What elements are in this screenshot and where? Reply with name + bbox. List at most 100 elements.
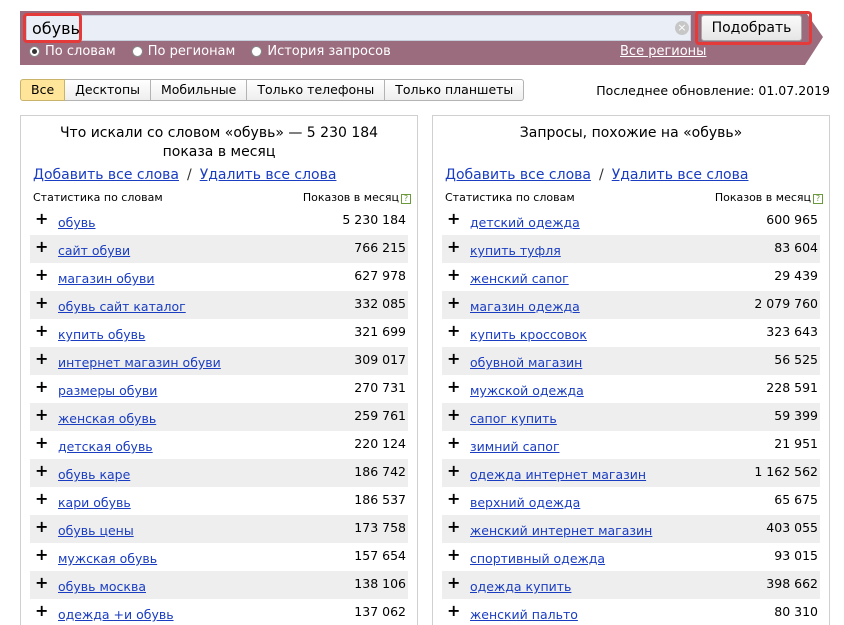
radio-dot-icon bbox=[251, 46, 263, 57]
phrase-link[interactable]: обувь каре bbox=[58, 467, 130, 482]
add-phrase-icon[interactable]: + bbox=[35, 435, 48, 451]
table-row: + женский пальто 80 310 bbox=[442, 599, 820, 625]
tab-phones-only[interactable]: Только телефоны bbox=[247, 79, 386, 101]
impressions-count: 600 965 bbox=[766, 212, 818, 227]
tab-all[interactable]: Все bbox=[20, 79, 66, 101]
phrase-link[interactable]: обувной магазин bbox=[470, 355, 582, 370]
add-phrase-icon[interactable]: + bbox=[35, 407, 48, 423]
table-row: + обувной магазин 56 525 bbox=[442, 347, 820, 375]
add-all-words-link[interactable]: Добавить все слова bbox=[33, 167, 179, 183]
phrase-link[interactable]: одежда +и обувь bbox=[58, 607, 174, 622]
remove-all-words-link[interactable]: Удалить все слова bbox=[612, 167, 749, 183]
phrase-link[interactable]: женская обувь bbox=[58, 411, 156, 426]
radio-by-regions[interactable]: По регионам bbox=[131, 44, 236, 59]
add-phrase-icon[interactable]: + bbox=[35, 239, 48, 255]
phrase-link[interactable]: купить кроссовок bbox=[470, 327, 587, 342]
add-phrase-icon[interactable]: + bbox=[447, 351, 460, 367]
add-phrase-icon[interactable]: + bbox=[35, 575, 48, 591]
impressions-count: 270 731 bbox=[354, 380, 406, 395]
remove-all-words-link[interactable]: Удалить все слова bbox=[200, 167, 337, 183]
panel-title-line: показа в месяц bbox=[162, 144, 276, 160]
add-phrase-icon[interactable]: + bbox=[447, 435, 460, 451]
add-phrase-icon[interactable]: + bbox=[35, 519, 48, 535]
add-phrase-icon[interactable]: + bbox=[447, 267, 460, 283]
add-phrase-icon[interactable]: + bbox=[35, 295, 48, 311]
phrase-link[interactable]: спортивный одежда bbox=[470, 551, 605, 566]
add-phrase-icon[interactable]: + bbox=[447, 547, 460, 563]
add-phrase-icon[interactable]: + bbox=[447, 407, 460, 423]
add-phrase-icon[interactable]: + bbox=[35, 267, 48, 283]
impressions-count: 627 978 bbox=[354, 268, 406, 283]
add-phrase-icon[interactable]: + bbox=[35, 491, 48, 507]
phrase-link[interactable]: женский пальто bbox=[470, 607, 578, 622]
phrase-link[interactable]: зимний сапог bbox=[470, 439, 560, 454]
add-phrase-icon[interactable]: + bbox=[35, 211, 48, 227]
phrase-link[interactable]: магазин одежда bbox=[470, 299, 580, 314]
add-phrase-icon[interactable]: + bbox=[35, 379, 48, 395]
add-phrase-icon[interactable]: + bbox=[447, 239, 460, 255]
impressions-count: 56 525 bbox=[774, 352, 818, 367]
phrase-link[interactable]: интернет магазин обуви bbox=[58, 355, 221, 370]
add-phrase-icon[interactable]: + bbox=[447, 575, 460, 591]
phrase-link[interactable]: одежда интернет магазин bbox=[470, 467, 646, 482]
all-regions-link[interactable]: Все регионы bbox=[620, 44, 706, 59]
search-mode-radios: По словам По регионам История запросов bbox=[29, 44, 407, 59]
table-row: + размеры обуви 270 731 bbox=[30, 375, 408, 403]
phrase-link[interactable]: одежда купить bbox=[470, 579, 571, 594]
add-phrase-icon[interactable]: + bbox=[447, 323, 460, 339]
table-row: + обувь каре 186 742 bbox=[30, 459, 408, 487]
add-phrase-icon[interactable]: + bbox=[447, 379, 460, 395]
add-phrase-icon[interactable]: + bbox=[447, 519, 460, 535]
impressions-count: 766 215 bbox=[354, 240, 406, 255]
radio-query-history[interactable]: История запросов bbox=[251, 44, 391, 59]
impressions-count: 80 310 bbox=[774, 604, 818, 619]
phrase-link[interactable]: обувь сайт каталог bbox=[58, 299, 186, 314]
add-phrase-icon[interactable]: + bbox=[447, 491, 460, 507]
phrase-link[interactable]: детский одежда bbox=[470, 215, 580, 230]
add-phrase-icon[interactable]: + bbox=[35, 351, 48, 367]
radio-label: По регионам bbox=[147, 44, 236, 59]
add-phrase-icon[interactable]: + bbox=[447, 603, 460, 619]
phrase-link[interactable]: магазин обуви bbox=[58, 271, 154, 286]
column-header-phrase: Статистика по словам bbox=[33, 191, 163, 204]
phrase-link[interactable]: размеры обуви bbox=[58, 383, 157, 398]
add-phrase-icon[interactable]: + bbox=[447, 463, 460, 479]
search-input-highlight bbox=[23, 13, 82, 43]
add-phrase-icon[interactable]: + bbox=[35, 547, 48, 563]
add-phrase-icon[interactable]: + bbox=[35, 603, 48, 619]
help-icon[interactable]: ? bbox=[813, 194, 823, 204]
search-input[interactable]: обувь bbox=[26, 15, 691, 41]
phrase-link[interactable]: мужская обувь bbox=[58, 551, 157, 566]
phrase-link[interactable]: женский интернет магазин bbox=[470, 523, 652, 538]
tab-desktops[interactable]: Десктопы bbox=[65, 79, 151, 101]
column-header-count-label: Показов в месяц bbox=[302, 191, 399, 204]
phrase-link[interactable]: кари обувь bbox=[58, 495, 131, 510]
clear-icon[interactable]: × bbox=[675, 21, 689, 35]
impressions-count: 29 439 bbox=[774, 268, 818, 283]
phrase-link[interactable]: сапог купить bbox=[470, 411, 557, 426]
help-icon[interactable]: ? bbox=[401, 194, 411, 204]
table-row: + обувь цены 173 758 bbox=[30, 515, 408, 543]
phrase-link[interactable]: купить туфля bbox=[470, 243, 561, 258]
phrase-link[interactable]: верхний одежда bbox=[470, 495, 580, 510]
add-phrase-icon[interactable]: + bbox=[447, 295, 460, 311]
phrase-link[interactable]: купить обувь bbox=[58, 327, 145, 342]
phrase-link[interactable]: обувь москва bbox=[58, 579, 146, 594]
tab-mobile[interactable]: Мобильные bbox=[151, 79, 248, 101]
phrase-link[interactable]: сайт обуви bbox=[58, 243, 130, 258]
phrase-link[interactable]: женский сапог bbox=[470, 271, 569, 286]
impressions-count: 259 761 bbox=[354, 408, 406, 423]
add-phrase-icon[interactable]: + bbox=[35, 463, 48, 479]
tab-tablets-only[interactable]: Только планшеты bbox=[385, 79, 525, 101]
impressions-count: 309 017 bbox=[354, 352, 406, 367]
impressions-count: 323 643 bbox=[766, 324, 818, 339]
table-row: + мужской одежда 228 591 bbox=[442, 375, 820, 403]
phrase-link[interactable]: обувь bbox=[58, 215, 96, 230]
phrase-link[interactable]: детская обувь bbox=[58, 439, 153, 454]
add-phrase-icon[interactable]: + bbox=[447, 211, 460, 227]
add-phrase-icon[interactable]: + bbox=[35, 323, 48, 339]
radio-by-words[interactable]: По словам bbox=[29, 44, 116, 59]
phrase-link[interactable]: обувь цены bbox=[58, 523, 134, 538]
phrase-link[interactable]: мужской одежда bbox=[470, 383, 584, 398]
add-all-words-link[interactable]: Добавить все слова bbox=[445, 167, 591, 183]
